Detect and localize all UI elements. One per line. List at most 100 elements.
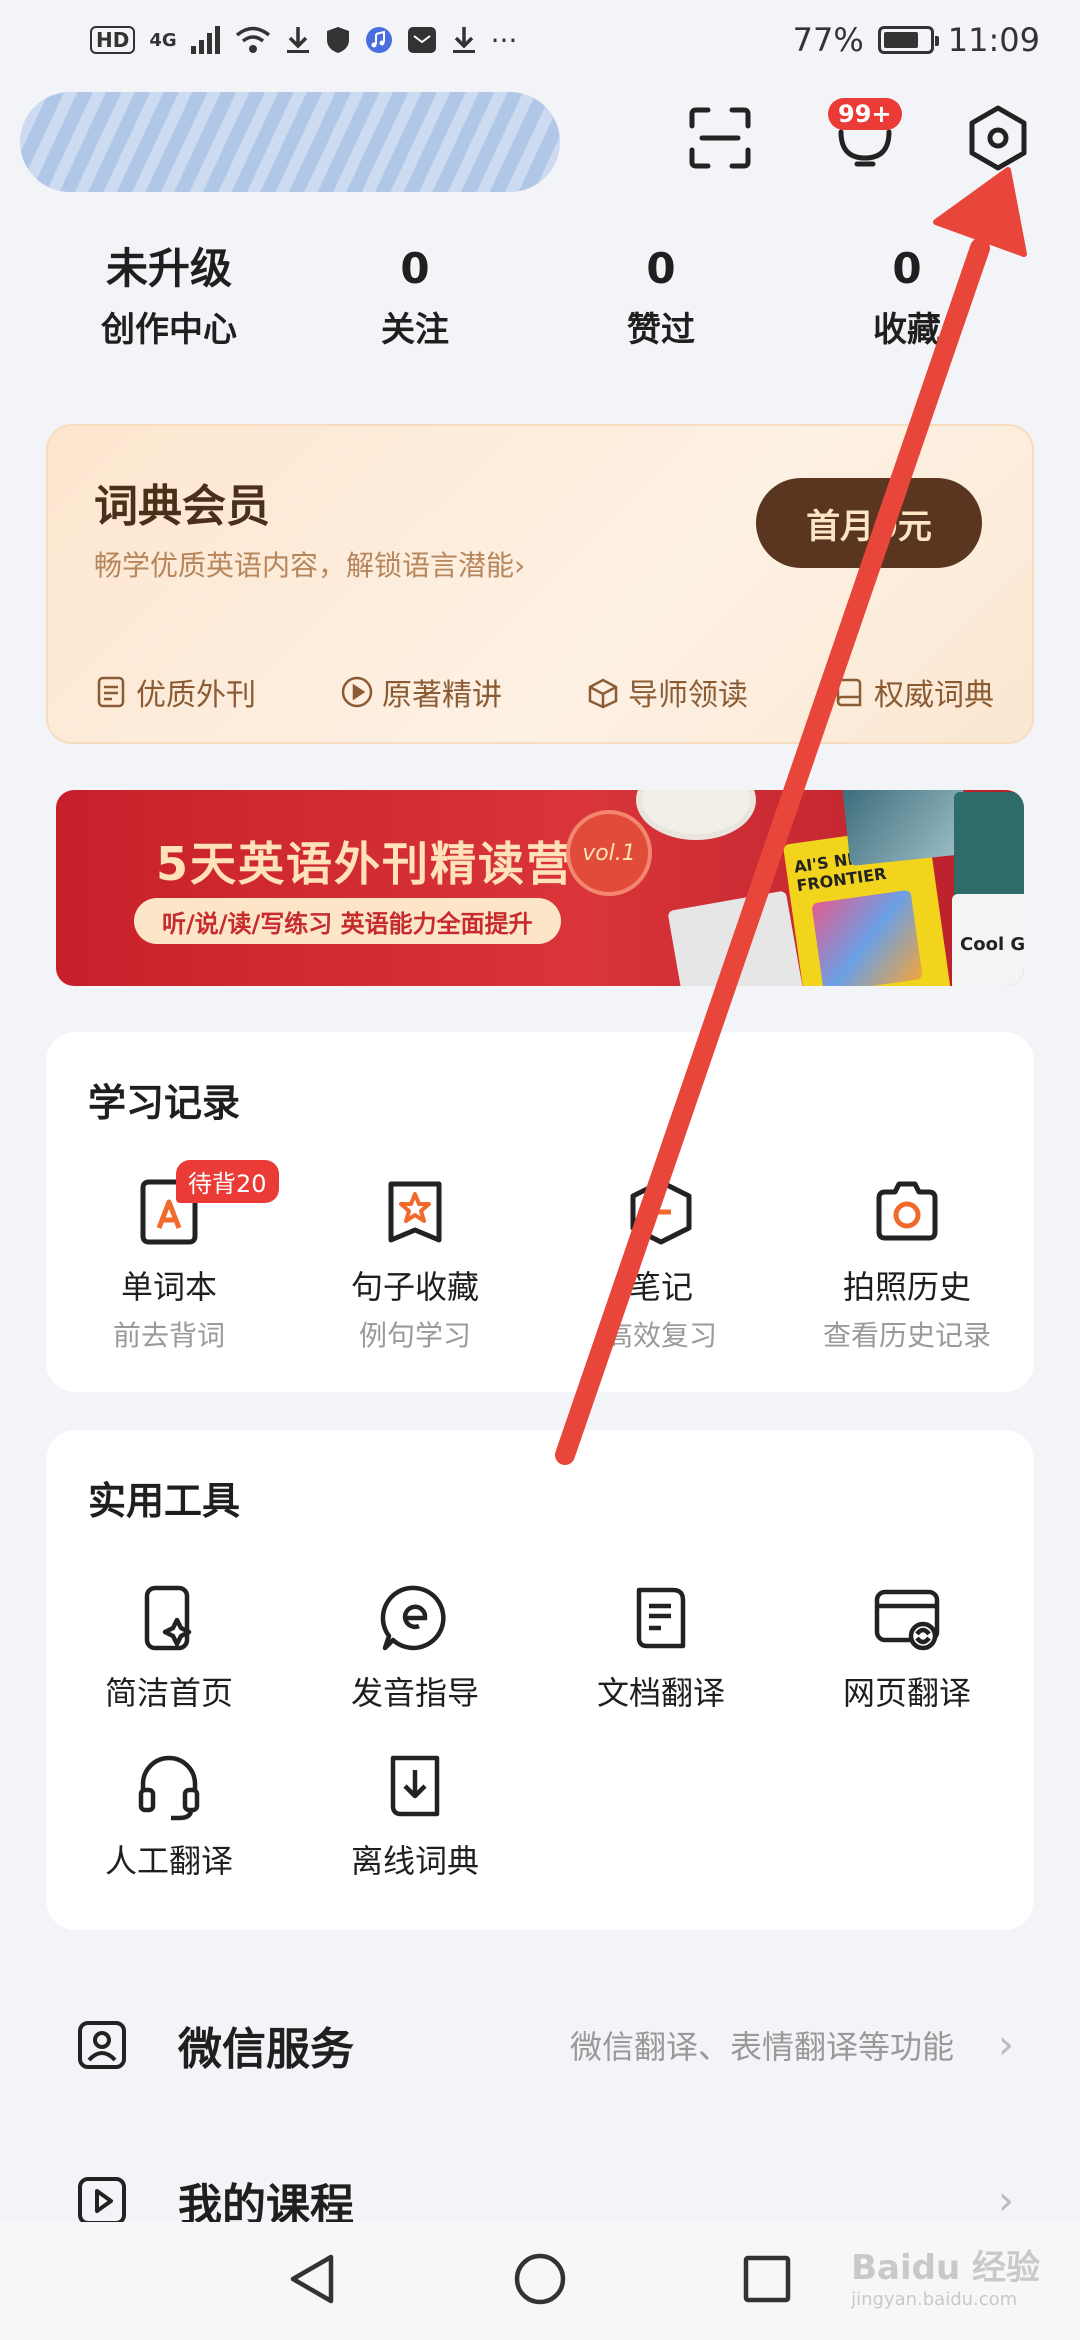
- item-label: 离线词典: [350, 1842, 479, 1880]
- tools-card: 实用工具 简洁首页 发音指导 文档翻译 网页翻译 人工翻译 离线词典: [46, 1430, 1034, 1930]
- vip-card[interactable]: 词典会员 畅学优质英语内容，解锁语言潜能› 首月0元 优质外刊 原著精讲 导师领…: [46, 424, 1034, 744]
- stats-row: 未升级 创作中心 0 关注 0 赞过 0 收藏: [0, 240, 1080, 351]
- stat-value: 0: [892, 244, 922, 293]
- book-icon: [832, 675, 866, 709]
- scan-button[interactable]: [680, 100, 760, 180]
- stat-following[interactable]: 0 关注: [292, 240, 538, 351]
- row-desc: 微信翻译、表情翻译等功能: [569, 2028, 954, 2066]
- section-title: 实用工具: [88, 1479, 241, 1523]
- banner-pill: 听/说/读/写练习 英语能力全面提升: [134, 898, 561, 944]
- nav-recents-button[interactable]: [727, 2241, 807, 2321]
- status-right: 77% 11:09: [793, 21, 1040, 59]
- stat-label: 收藏: [873, 310, 941, 350]
- study-item-notes[interactable]: 笔记 高效复习: [538, 1172, 784, 1354]
- status-bar: HD 4G ··· 77% 11:09: [0, 0, 1080, 80]
- baidu-watermark: Baidu 经验 jingyan.baidu.com: [851, 2240, 1040, 2310]
- offline-download-icon: [375, 1746, 455, 1826]
- vip-feature-label: 导师领读: [628, 678, 748, 713]
- notification-badge: 99+: [828, 98, 902, 130]
- vip-feature-label: 原著精讲: [382, 678, 502, 713]
- vip-subtitle[interactable]: 畅学优质英语内容，解锁语言潜能›: [94, 544, 525, 584]
- recents-square-icon: [741, 2253, 793, 2309]
- nav-back-button[interactable]: [273, 2241, 353, 2321]
- battery-percent: 77%: [792, 21, 864, 59]
- vip-feature-classics[interactable]: 原著精讲: [340, 670, 502, 714]
- status-left: HD 4G ···: [90, 24, 517, 57]
- nav-home-button[interactable]: [500, 2241, 580, 2321]
- vip-feature-dictionary[interactable]: 权威词典: [832, 670, 994, 714]
- person-card-icon: [74, 2017, 130, 2073]
- stat-label: 赞过: [627, 310, 695, 350]
- study-item-wordbook[interactable]: 单词本 前去背词 待背20: [46, 1160, 292, 1354]
- stat-creator-center[interactable]: 未升级 创作中心: [46, 240, 292, 351]
- document-icon: [94, 675, 128, 709]
- notes-icon: [621, 1172, 701, 1252]
- tool-pronunciation[interactable]: 发音指导: [292, 1578, 538, 1714]
- download-icon: [285, 25, 311, 55]
- study-item-photo-history[interactable]: 拍照历史 查看历史记录: [784, 1172, 1030, 1354]
- item-label: 简洁首页: [104, 1674, 233, 1712]
- item-label: 发音指导: [350, 1674, 479, 1712]
- vip-trial-button[interactable]: 首月0元: [756, 478, 982, 568]
- study-item-sentences[interactable]: 句子收藏 例句学习: [292, 1172, 538, 1354]
- item-label: 单词本: [120, 1268, 217, 1306]
- banner-coffee-cup: [636, 790, 756, 840]
- video-play-icon: [74, 2173, 130, 2229]
- item-label: 文档翻译: [596, 1674, 725, 1712]
- vip-feature-tutor[interactable]: 导师领读: [586, 670, 748, 714]
- row-title: 微信服务: [178, 2024, 354, 2075]
- stat-value: 0: [646, 244, 676, 293]
- music-icon: [365, 26, 393, 54]
- stat-label: 创作中心: [101, 310, 237, 350]
- vip-feature-label: 权威词典: [874, 678, 994, 713]
- play-icon: [340, 675, 374, 709]
- wifi-icon: [235, 26, 271, 54]
- study-records-card: 学习记录 单词本 前去背词 待背20 句子收藏 例句学习 笔记 高效复习 拍照历…: [46, 1032, 1034, 1392]
- camera-icon: [867, 1172, 947, 1252]
- banner-cool-text: Cool G: [960, 934, 1024, 955]
- tool-doc-translate[interactable]: 文档翻译: [538, 1578, 784, 1714]
- tool-simple-home[interactable]: 简洁首页: [46, 1578, 292, 1714]
- vip-feature-journals[interactable]: 优质外刊: [94, 670, 256, 714]
- download-icon-2: [451, 25, 477, 55]
- stat-value: 0: [400, 244, 430, 293]
- item-sub: 例句学习: [358, 1319, 471, 1352]
- chevron-right-icon: ›: [998, 2178, 1014, 2224]
- battery-fill: [883, 32, 918, 48]
- settings-button[interactable]: [958, 100, 1038, 180]
- promo-banner[interactable]: 5天英语外刊精读营 听/说/读/写练习 英语能力全面提升 vol.1 AI'S …: [56, 790, 1024, 986]
- headset-icon: [129, 1746, 209, 1826]
- row-wechat-service[interactable]: 微信服务 微信翻译、表情翻译等功能 ›: [0, 1990, 1080, 2100]
- home-circle-icon: [512, 2251, 568, 2311]
- item-sub: 查看历史记录: [822, 1319, 991, 1352]
- more-notifications: ···: [490, 23, 518, 57]
- huawei-icon: [407, 26, 437, 54]
- item-label: 句子收藏: [350, 1268, 479, 1306]
- tool-web-translate[interactable]: 网页翻译: [784, 1578, 1030, 1714]
- chevron-right-icon: ›: [998, 2022, 1014, 2068]
- document-translate-icon: [621, 1578, 701, 1658]
- phone-sparkle-icon: [129, 1578, 209, 1658]
- battery-icon: [877, 26, 939, 54]
- banner-magazine-cool: Cool G: [952, 894, 1024, 986]
- item-label: 笔记: [628, 1268, 693, 1306]
- hd-indicator: HD: [90, 26, 136, 54]
- tool-offline-dict[interactable]: 离线词典: [292, 1746, 538, 1882]
- tool-human-translate[interactable]: 人工翻译: [46, 1746, 292, 1882]
- stat-value: 未升级: [105, 244, 232, 293]
- back-triangle-icon: [287, 2251, 339, 2311]
- vip-feature-label: 优质外刊: [136, 678, 256, 713]
- item-label: 拍照历史: [842, 1268, 971, 1306]
- item-sub: 前去背词: [112, 1319, 225, 1352]
- blurred-username[interactable]: [20, 92, 560, 192]
- pronunciation-icon: [375, 1578, 455, 1658]
- banner-book-cover: [811, 889, 923, 986]
- header: [0, 80, 1080, 200]
- banner-vol-badge: vol.1: [566, 810, 652, 896]
- gear-icon: [964, 104, 1032, 176]
- web-translate-icon: [867, 1578, 947, 1658]
- stat-label: 关注: [381, 310, 449, 350]
- stat-favorites[interactable]: 0 收藏: [784, 240, 1030, 351]
- stat-liked[interactable]: 0 赞过: [538, 240, 784, 351]
- network-type: 4G: [149, 29, 177, 51]
